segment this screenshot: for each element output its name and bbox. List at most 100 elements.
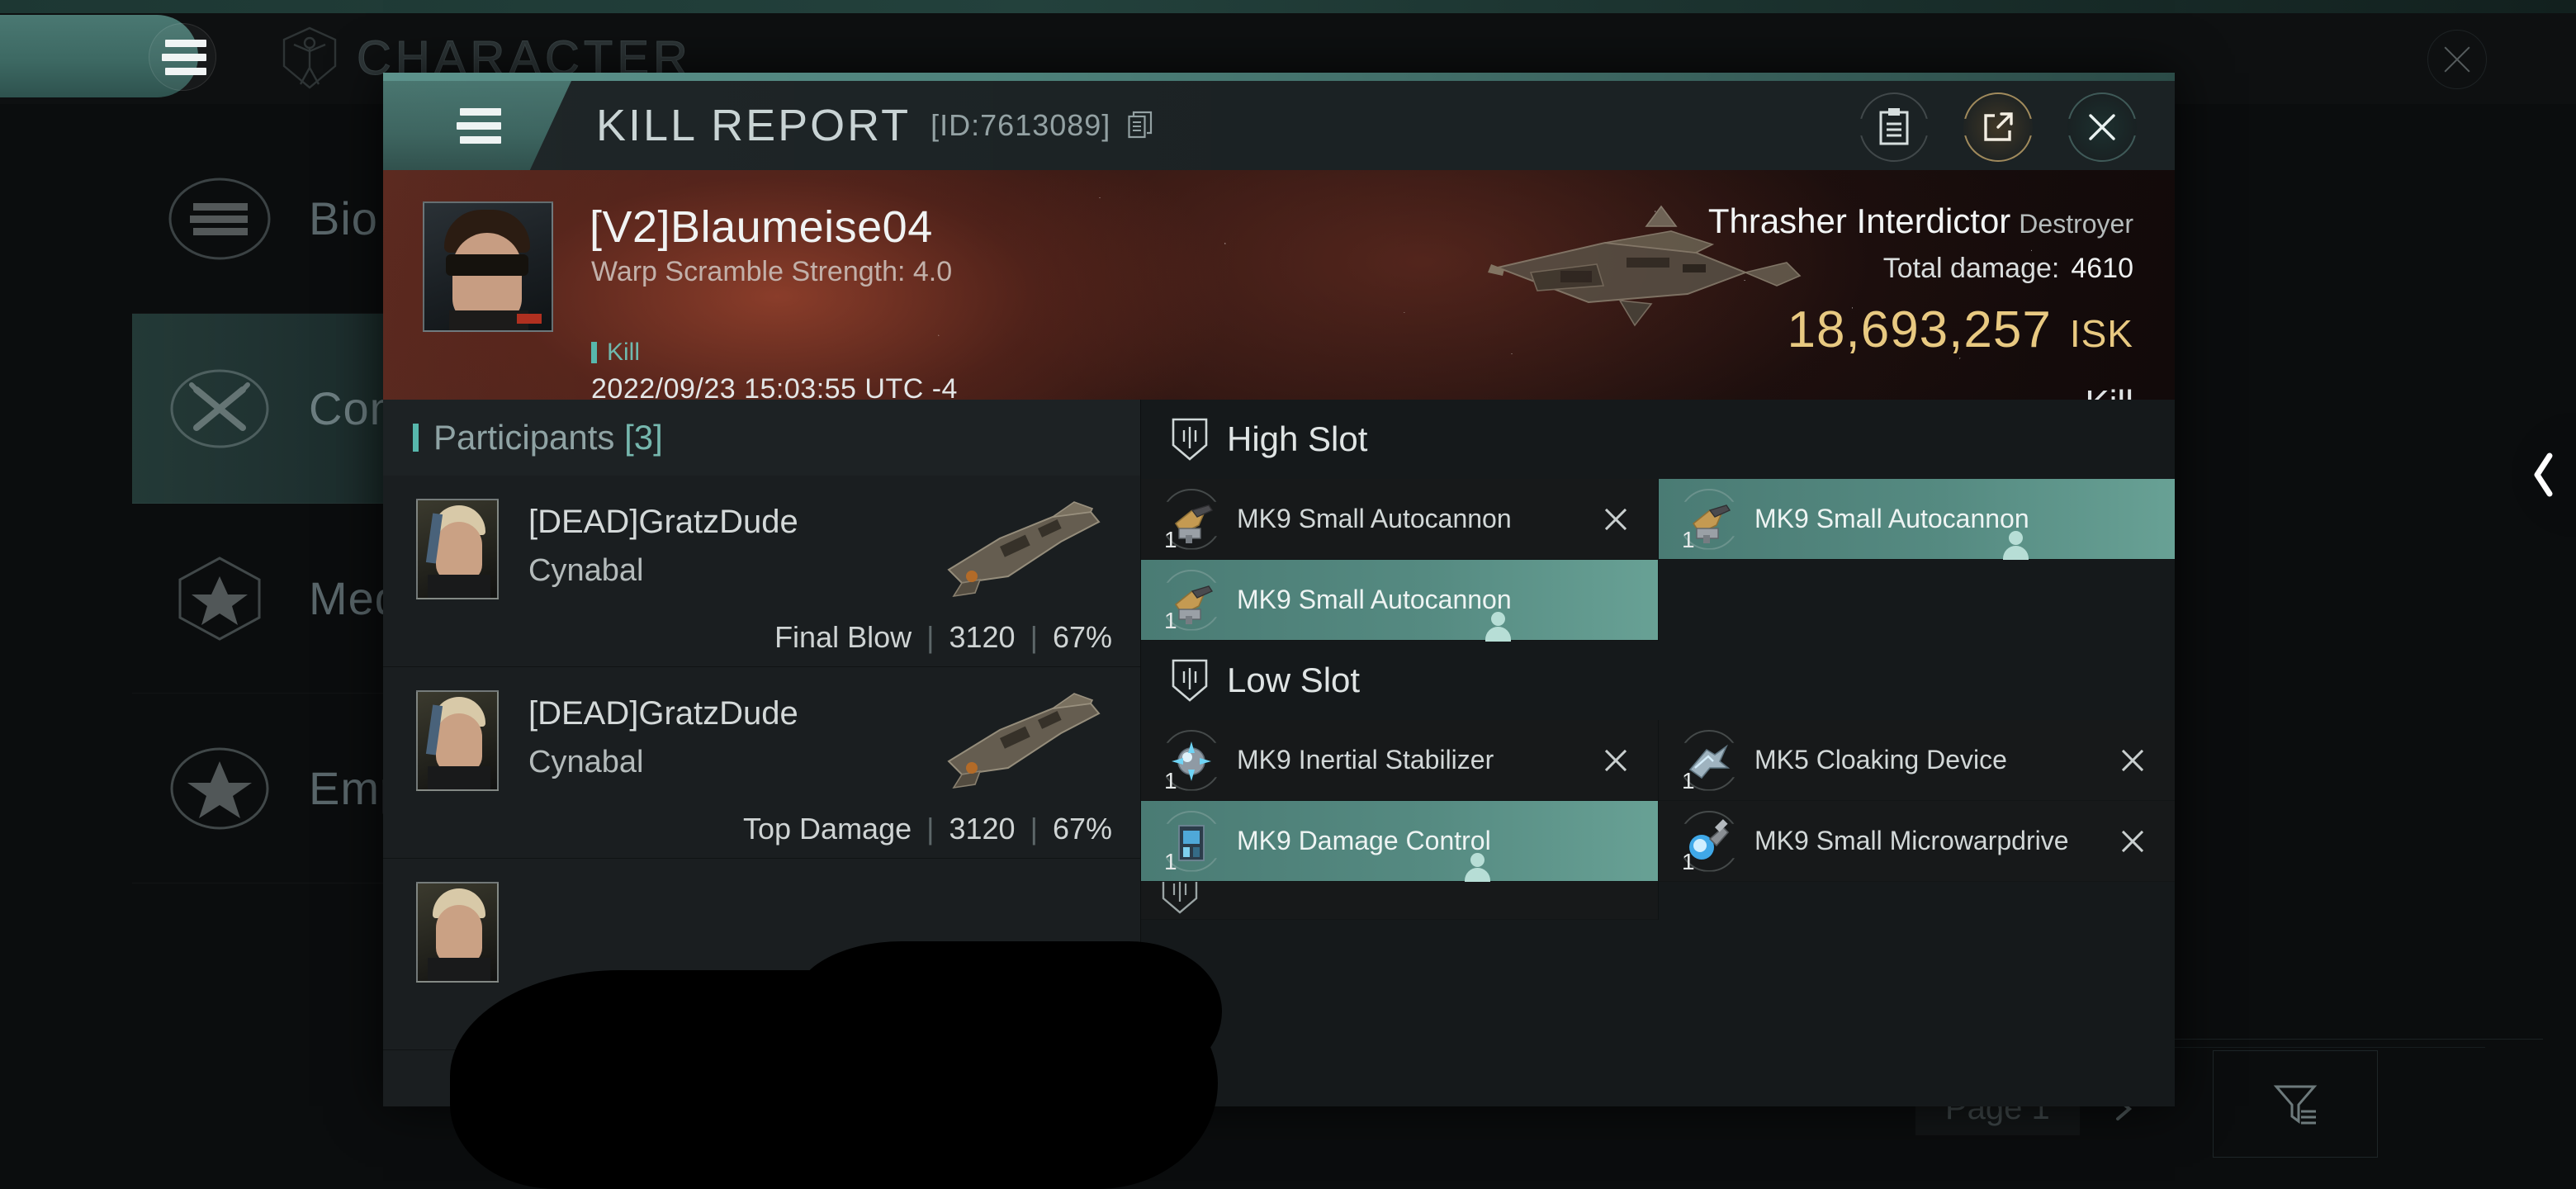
dialog-id: [ID:7613089] — [930, 108, 1153, 143]
separator: | — [1030, 620, 1038, 654]
slot-shield-icon — [1161, 882, 1222, 919]
module-row[interactable]: 1 MK9 Inertial Stabilizer — [1141, 720, 1658, 801]
list-icon — [165, 170, 274, 268]
copy-icon[interactable] — [1128, 111, 1153, 139]
total-damage-value: 4610 — [2071, 253, 2133, 284]
participant-stats: Final Blow | 3120 | 67% — [774, 620, 1112, 655]
top-accent-strip — [0, 0, 2576, 13]
kill-result: Kill — [2085, 383, 2133, 400]
participant-role: Top Damage — [743, 812, 912, 846]
participant-row[interactable]: [DEAD]GratzDude Cynabal Top Damage | 312… — [383, 667, 1140, 859]
dialog-title: KILL REPORT — [596, 101, 912, 150]
ship-class: Destroyer — [2019, 209, 2133, 239]
slot-shield-icon — [1172, 659, 1208, 702]
victim-subtitle: Warp Scramble Strength: 4.0 — [591, 256, 953, 287]
badge-bar — [591, 342, 597, 363]
participant-percent: 67% — [1052, 812, 1112, 846]
x-icon[interactable] — [2119, 746, 2147, 775]
avatar — [416, 882, 499, 983]
person-head — [2008, 531, 2023, 545]
crossed-swords-icon — [165, 360, 274, 457]
edge-collapse-tab[interactable] — [2512, 413, 2576, 537]
hamburger-icon — [457, 107, 501, 144]
participant-role: Final Blow — [774, 620, 912, 654]
autocannon-icon: 1 — [1161, 488, 1222, 552]
module-row[interactable]: 1 MK9 Damage Control — [1141, 801, 1658, 883]
person-head — [1490, 612, 1505, 626]
x-icon[interactable] — [1602, 746, 1630, 775]
status-badge: Kill — [591, 339, 640, 367]
filter-button[interactable] — [2213, 1050, 2378, 1158]
dialog-accent-line — [383, 73, 2175, 81]
participants-title: Participants [3] — [433, 418, 663, 457]
close-button[interactable] — [2067, 92, 2137, 162]
module-name: MK9 Small Autocannon — [1754, 503, 2029, 533]
section-header-high-slot: High Slot — [1141, 400, 2175, 479]
participant-ship: Cynabal — [528, 745, 644, 779]
kill-timestamp: 2022/09/23 15:03:55 UTC -4 — [591, 373, 958, 400]
clipboard-button[interactable] — [1859, 92, 1929, 162]
section-title: Low Slot — [1227, 661, 1361, 699]
kill-report-dialog: KILL REPORT [ID:7613089] [V2]Blaumeise04… — [383, 73, 2175, 1106]
fitting-panel: High Slot 1 MK9 Small Autocannon 1 MK9 S… — [1141, 400, 2175, 1106]
avatar[interactable] — [423, 201, 553, 332]
module-row[interactable]: 1 MK9 Small Autocannon — [1141, 479, 1658, 560]
status-badge-label: Kill — [607, 339, 641, 366]
module-row-partial[interactable] — [1141, 882, 1658, 920]
module-column-left: 1 MK9 Inertial Stabilizer 1 MK9 Damage C… — [1141, 720, 1658, 920]
person-icon[interactable] — [1484, 612, 1512, 642]
module-row[interactable]: 1 MK9 Small Microwarpdrive — [1659, 801, 2175, 882]
module-row[interactable]: 1 MK9 Small Autocannon — [1659, 479, 2175, 561]
participant-stats: Top Damage | 3120 | 67% — [743, 812, 1112, 846]
share-button[interactable] — [1963, 92, 2033, 162]
ship-name: Thrasher Interdictor — [1707, 201, 2011, 240]
vitruvian-man-icon — [282, 26, 337, 89]
isk-amount: 18,693,257 — [1787, 301, 2052, 358]
module-row-empty — [1659, 560, 2175, 641]
background-menu-button[interactable] — [149, 23, 216, 91]
dialog-id-label: [ID:7613089] — [930, 108, 1111, 142]
person-head — [1470, 853, 1485, 867]
avatar — [416, 690, 499, 791]
high-slot-modules: 1 MK9 Small Autocannon 1 MK9 Small Autoc… — [1141, 479, 2175, 642]
inertial-stabilizer-icon: 1 — [1161, 729, 1222, 793]
person-icon[interactable] — [2001, 531, 2029, 561]
module-qty: 1 — [1164, 848, 1177, 874]
module-qty: 1 — [1682, 767, 1695, 793]
module-name: MK9 Damage Control — [1237, 825, 1491, 855]
avatar-collar — [428, 958, 490, 981]
module-row[interactable]: 1 MK9 Small Autocannon — [1141, 560, 1658, 642]
module-qty: 1 — [1164, 607, 1177, 633]
separator: | — [926, 812, 935, 846]
participant-percent: 67% — [1052, 620, 1112, 654]
participant-row[interactable]: [DEAD]GratzDude Cynabal Final Blow | 312… — [383, 476, 1140, 667]
ship-title: Thrasher Interdictor Destroyer — [1708, 201, 2133, 241]
module-column-left: 1 MK9 Small Autocannon 1 MK9 Small Autoc… — [1141, 479, 1658, 642]
background-close-button[interactable] — [2427, 30, 2487, 89]
separator: | — [1030, 812, 1038, 846]
avatar-face — [436, 713, 482, 773]
star-circle-icon — [165, 740, 274, 837]
section-title: High Slot — [1227, 419, 1368, 458]
module-row[interactable]: 1 MK5 Cloaking Device — [1659, 720, 2175, 801]
dialog-menu-button[interactable] — [383, 81, 571, 170]
participant-name: [DEAD]GratzDude — [528, 504, 798, 540]
module-name: MK9 Small Autocannon — [1237, 503, 1512, 533]
autocannon-icon: 1 — [1161, 569, 1222, 633]
x-icon[interactable] — [2119, 827, 2147, 855]
avatar-face — [436, 905, 482, 964]
person-body — [1485, 627, 1511, 642]
participant-damage: 3120 — [949, 620, 1016, 654]
person-body — [2002, 546, 2029, 561]
total-damage-label: Total damage: — [1882, 253, 2060, 284]
low-slot-modules: 1 MK9 Inertial Stabilizer 1 MK9 Damage C… — [1141, 720, 2175, 920]
dialog-header: KILL REPORT [ID:7613089] — [383, 81, 2175, 170]
microwarpdrive-icon: 1 — [1679, 810, 1740, 874]
participant-ship: Cynabal — [528, 553, 644, 588]
dialog-actions — [1859, 92, 2137, 162]
participants-count: [3] — [624, 418, 663, 457]
person-icon[interactable] — [1463, 853, 1491, 883]
x-icon[interactable] — [1602, 505, 1630, 533]
chevron-left-icon — [2534, 452, 2553, 497]
isk-unit: ISK — [2069, 312, 2133, 355]
